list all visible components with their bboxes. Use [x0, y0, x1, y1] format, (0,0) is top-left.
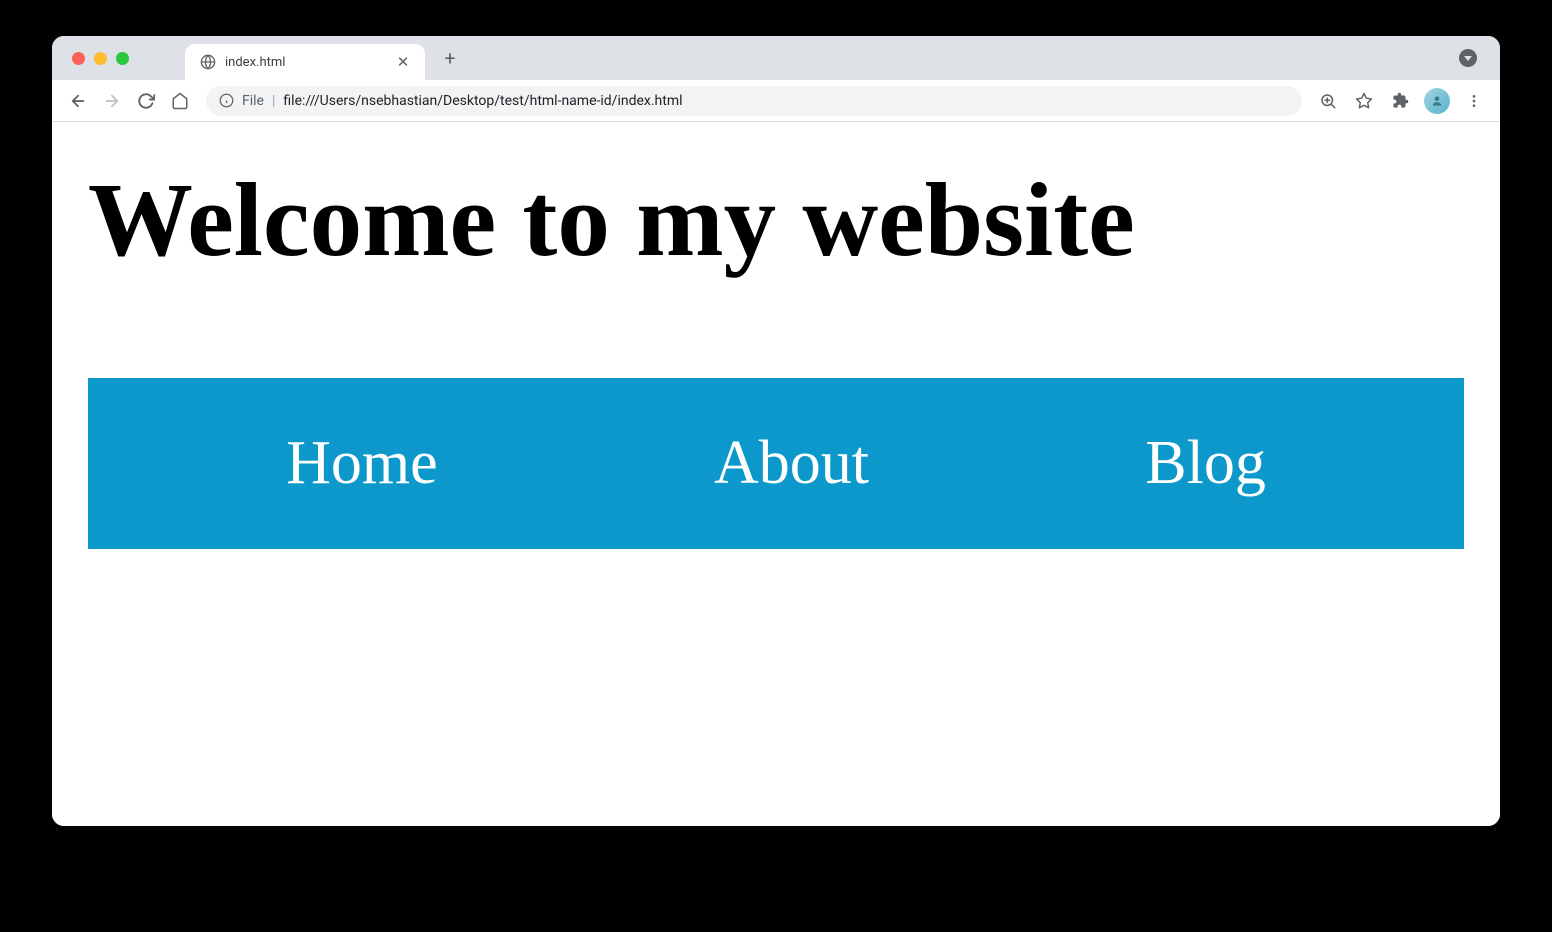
url-separator: | — [272, 93, 275, 109]
zoom-icon[interactable] — [1312, 85, 1344, 117]
site-info-icon[interactable] — [218, 93, 234, 109]
back-button[interactable] — [62, 85, 94, 117]
close-window-button[interactable] — [72, 52, 85, 65]
maximize-window-button[interactable] — [116, 52, 129, 65]
url-path: file:///Users/nsebhastian/Desktop/test/h… — [283, 93, 682, 109]
tab-title: index.html — [225, 55, 395, 70]
close-tab-button[interactable]: ✕ — [395, 54, 411, 70]
page-heading: Welcome to my website — [88, 162, 1464, 278]
reload-button[interactable] — [130, 85, 162, 117]
minimize-window-button[interactable] — [94, 52, 107, 65]
menu-icon[interactable] — [1458, 85, 1490, 117]
globe-icon — [199, 54, 216, 71]
page-content: Welcome to my website Home About Blog — [52, 122, 1500, 826]
url-field[interactable]: File | file:///Users/nsebhastian/Desktop… — [206, 86, 1302, 116]
nav-link-home[interactable]: Home — [286, 428, 438, 499]
tab-bar: index.html ✕ + — [52, 36, 1500, 80]
forward-button[interactable] — [96, 85, 128, 117]
browser-window: index.html ✕ + — [52, 36, 1500, 826]
profile-avatar[interactable] — [1424, 88, 1450, 114]
new-tab-button[interactable]: + — [435, 43, 465, 73]
bookmark-icon[interactable] — [1348, 85, 1380, 117]
home-button[interactable] — [164, 85, 196, 117]
window-controls — [72, 52, 129, 65]
toolbar-right — [1312, 85, 1490, 117]
tab-search-button[interactable] — [1456, 46, 1480, 70]
url-scheme: File — [242, 93, 264, 109]
address-bar: File | file:///Users/nsebhastian/Desktop… — [52, 80, 1500, 122]
extensions-icon[interactable] — [1384, 85, 1416, 117]
browser-tab[interactable]: index.html ✕ — [185, 44, 425, 80]
nav-link-about[interactable]: About — [714, 428, 869, 499]
nav-menu: Home About Blog — [88, 378, 1464, 549]
nav-link-blog[interactable]: Blog — [1145, 428, 1266, 499]
